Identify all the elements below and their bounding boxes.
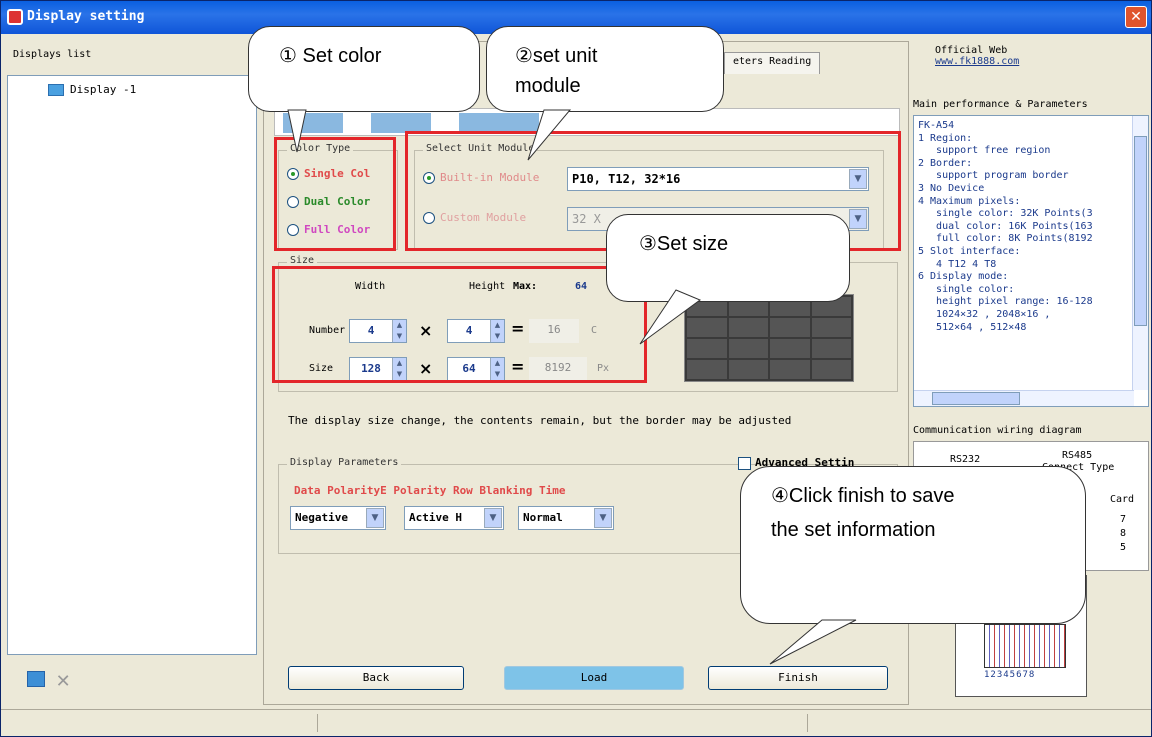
callout-tail-4 bbox=[769, 619, 857, 665]
callout-tails bbox=[287, 109, 857, 665]
callout-tail-1 bbox=[287, 109, 307, 153]
callout-tail-3 bbox=[639, 289, 702, 345]
callout-tail-2 bbox=[527, 109, 572, 161]
